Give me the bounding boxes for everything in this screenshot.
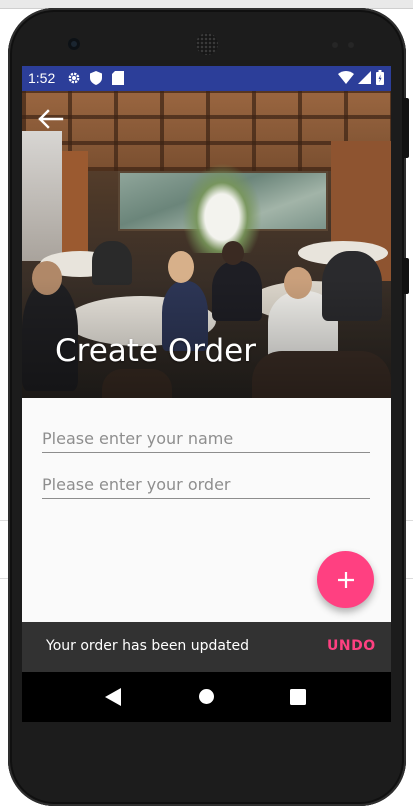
power-button <box>403 258 409 294</box>
snackbar: Your order has been updated UNDO <box>22 622 391 672</box>
plus-icon <box>337 571 354 588</box>
home-circle-icon[interactable] <box>198 688 215 705</box>
system-nav-bar <box>22 672 391 722</box>
page-title: Create Order <box>55 333 256 369</box>
light-sensor <box>348 42 354 48</box>
earpiece-speaker <box>196 33 218 55</box>
gear-icon <box>68 72 80 84</box>
diner-head <box>222 241 244 265</box>
volume-button <box>403 98 409 158</box>
undo-button[interactable]: UNDO <box>327 638 376 654</box>
recents-square-icon[interactable] <box>290 689 306 705</box>
status-bar: 1:52 <box>22 66 391 91</box>
wifi-icon <box>338 71 354 84</box>
flower-arrangement <box>182 163 262 253</box>
header-image: Create Order <box>22 91 391 398</box>
battery-icon <box>376 70 384 85</box>
front-camera <box>68 38 80 50</box>
window-left <box>22 131 62 261</box>
sd-card-icon <box>112 71 124 85</box>
snackbar-message: Your order has been updated <box>46 638 249 654</box>
app-screen: 1:52 Create Order Please enter your name… <box>22 66 391 722</box>
signal-icon <box>358 71 371 84</box>
order-input[interactable] <box>42 470 370 499</box>
shield-icon <box>90 71 102 85</box>
add-order-button[interactable] <box>317 551 374 608</box>
status-time: 1:52 <box>28 70 56 86</box>
arrow-back-icon[interactable] <box>36 107 64 131</box>
back-triangle-icon[interactable] <box>104 687 122 707</box>
proximity-sensor <box>332 42 338 48</box>
name-input[interactable] <box>42 424 370 453</box>
